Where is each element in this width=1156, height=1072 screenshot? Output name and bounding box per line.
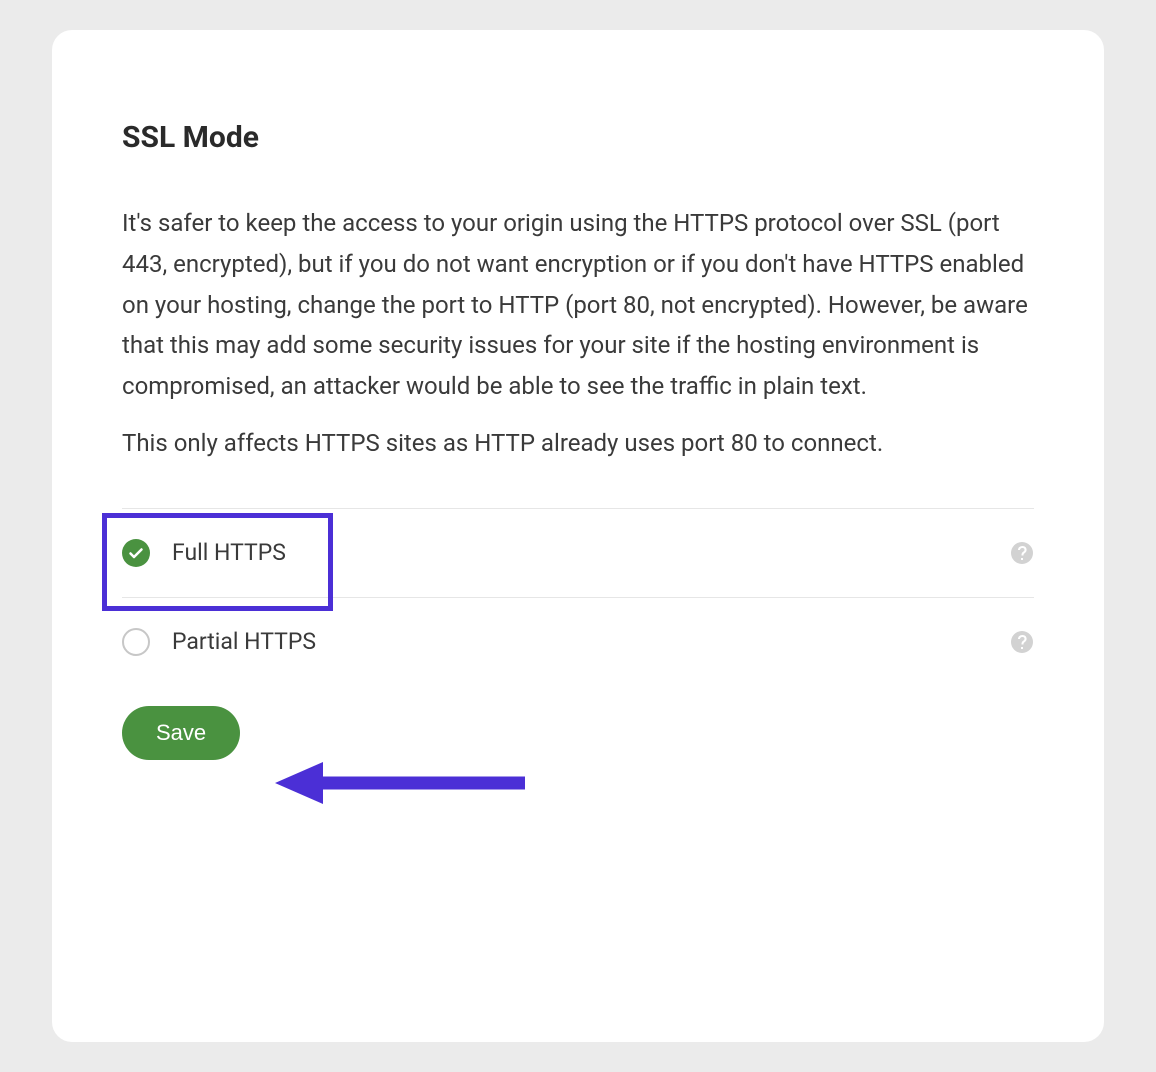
help-icon[interactable] [1010,541,1034,565]
option-label: Partial HTTPS [172,628,316,655]
description-paragraph-2: This only affects HTTPS sites as HTTP al… [122,423,1034,464]
help-icon[interactable] [1010,630,1034,654]
card-title: SSL Mode [122,120,1034,155]
annotation-arrow-icon [275,758,535,808]
save-button[interactable]: Save [122,706,240,760]
option-label: Full HTTPS [172,539,286,566]
card-description: It's safer to keep the access to your or… [122,203,1034,464]
option-left: Partial HTTPS [122,628,316,656]
option-full-https[interactable]: Full HTTPS [122,508,1034,597]
description-paragraph-1: It's safer to keep the access to your or… [122,203,1034,407]
option-left: Full HTTPS [122,539,286,567]
ssl-mode-options: Full HTTPS Partial HTTPS [122,508,1034,686]
ssl-mode-card: SSL Mode It's safer to keep the access t… [52,30,1104,1042]
radio-selected-icon[interactable] [122,539,150,567]
option-partial-https[interactable]: Partial HTTPS [122,597,1034,686]
radio-unselected-icon[interactable] [122,628,150,656]
